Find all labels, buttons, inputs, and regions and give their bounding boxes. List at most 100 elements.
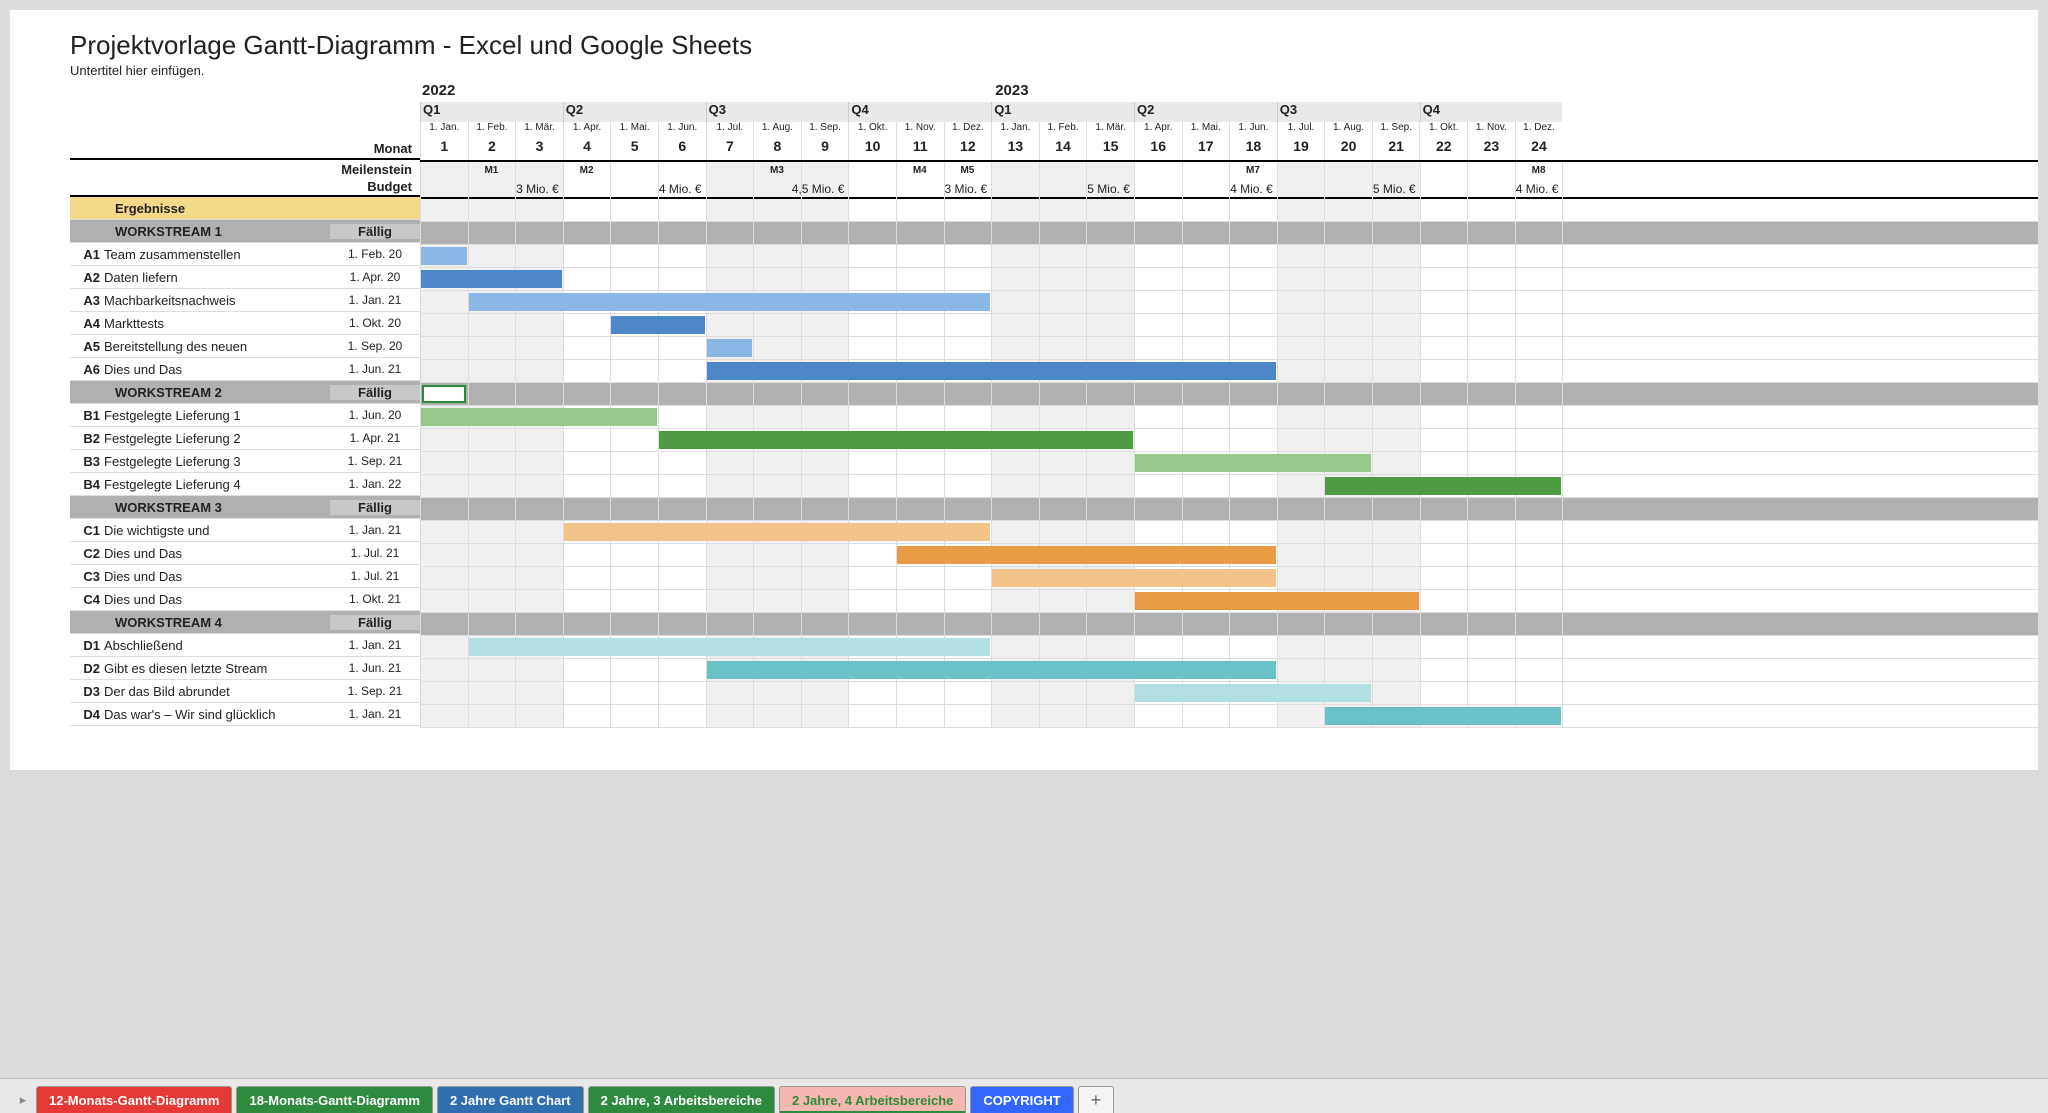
task-row[interactable]: B4Festgelegte Lieferung 41. Jan. 22 xyxy=(70,473,420,496)
month-date-label: 1. Nov. xyxy=(896,122,944,138)
quarter-label: Q1 xyxy=(420,102,563,122)
gantt-bar[interactable] xyxy=(1325,477,1561,495)
task-name: Gibt es diesen letzte Stream xyxy=(104,661,330,676)
task-row[interactable]: D4Das war's – Wir sind glücklich1. Jan. … xyxy=(70,703,420,726)
month-number-label: 7 xyxy=(706,138,754,160)
gantt-bar[interactable] xyxy=(707,661,1276,679)
spreadsheet-canvas[interactable]: Projektvorlage Gantt-Diagramm - Excel un… xyxy=(10,10,2038,770)
gantt-bar[interactable] xyxy=(1135,592,1419,610)
budget-label: 5 Mio. € xyxy=(991,182,1130,196)
page-subtitle: Untertitel hier einfügen. xyxy=(70,63,2038,78)
gantt-bar[interactable] xyxy=(1325,707,1561,725)
workstream-header[interactable]: WORKSTREAM 4 Fällig xyxy=(70,611,420,634)
workstream-header[interactable]: WORKSTREAM 1 Fällig xyxy=(70,220,420,243)
gantt-chart: Monat Meilenstein Budget Ergebnisse WORK… xyxy=(70,82,2038,728)
sheet-tab[interactable]: 2 Jahre, 3 Arbeitsbereiche xyxy=(588,1086,775,1113)
workstream-due-header: Fällig xyxy=(330,224,420,239)
gantt-bar[interactable] xyxy=(564,523,990,541)
sheet-tab[interactable]: 2 Jahre Gantt Chart xyxy=(437,1086,584,1113)
month-number-label: 15 xyxy=(1086,138,1134,160)
gantt-bar[interactable] xyxy=(1135,454,1371,472)
gantt-bar[interactable] xyxy=(707,362,1276,380)
task-due: 1. Jun. 21 xyxy=(330,661,420,675)
task-name: Die wichtigste und xyxy=(104,523,330,538)
budget-label: 4 Mio. € xyxy=(1134,182,1273,196)
workstream-header[interactable]: WORKSTREAM 2Fällig xyxy=(70,381,420,404)
task-name: Daten liefern xyxy=(104,270,330,285)
workstream-due-header: Fällig xyxy=(330,615,420,630)
task-row[interactable]: A2Daten liefern1. Apr. 20 xyxy=(70,266,420,289)
task-row[interactable]: C2Dies und Das1. Jul. 21 xyxy=(70,542,420,565)
gantt-bar[interactable] xyxy=(421,408,657,426)
task-name: Das war's – Wir sind glücklich xyxy=(104,707,330,722)
milestone-label: M3 xyxy=(753,165,801,176)
task-row[interactable]: A4Markttests1. Okt. 20 xyxy=(70,312,420,335)
month-number-label: 13 xyxy=(991,138,1039,160)
budget-label: 3 Mio. € xyxy=(848,182,987,196)
workstream-header[interactable]: WORKSTREAM 3Fällig xyxy=(70,496,420,519)
month-number-label: 20 xyxy=(1324,138,1372,160)
page-title: Projektvorlage Gantt-Diagramm - Excel un… xyxy=(70,30,2038,61)
task-name: Bereitstellung des neuen xyxy=(104,339,330,354)
month-number-label: 10 xyxy=(848,138,896,160)
tab-nav-prev[interactable]: ▸ xyxy=(12,1087,34,1113)
task-row[interactable]: A6Dies und Das1. Jun. 21 xyxy=(70,358,420,381)
task-id: B3 xyxy=(70,454,104,469)
gantt-bar[interactable] xyxy=(897,546,1276,564)
header-meilenstein: Meilenstein xyxy=(70,162,420,177)
task-row[interactable]: D1Abschließend1. Jan. 21 xyxy=(70,634,420,657)
gantt-bar[interactable] xyxy=(469,638,991,656)
workstream-name: WORKSTREAM 4 xyxy=(115,615,222,630)
header-monat: Monat xyxy=(70,141,420,156)
task-id: D2 xyxy=(70,661,104,676)
gantt-bar[interactable] xyxy=(659,431,1133,449)
gantt-bar[interactable] xyxy=(707,339,753,357)
month-date-label: 1. Dez. xyxy=(1515,122,1563,138)
task-row[interactable]: B1Festgelegte Lieferung 11. Jun. 20 xyxy=(70,404,420,427)
active-cell-outline[interactable] xyxy=(422,385,466,403)
gantt-bar[interactable] xyxy=(469,293,991,311)
month-number-label: 17 xyxy=(1182,138,1230,160)
gantt-bar[interactable] xyxy=(1135,684,1371,702)
gantt-left-panel: Monat Meilenstein Budget Ergebnisse WORK… xyxy=(70,82,420,728)
gantt-bar[interactable] xyxy=(421,247,467,265)
task-row[interactable]: A3Machbarkeitsnachweis1. Jan. 21 xyxy=(70,289,420,312)
month-date-label: 1. Jun. xyxy=(1229,122,1277,138)
year-label: 2022 xyxy=(420,82,993,102)
task-name: Festgelegte Lieferung 2 xyxy=(104,431,330,446)
sheet-tab[interactable]: COPYRIGHT xyxy=(970,1086,1073,1113)
budget-label: 4 Mio. € xyxy=(1420,182,1559,196)
workstream-name: WORKSTREAM 3 xyxy=(115,500,222,515)
sheet-tab[interactable]: 12-Monats-Gantt-Diagramm xyxy=(36,1086,232,1113)
month-number-label: 5 xyxy=(610,138,658,160)
month-date-label: 1. Dez. xyxy=(944,122,992,138)
task-row[interactable]: C3Dies und Das1. Jul. 21 xyxy=(70,565,420,588)
task-row[interactable]: C1Die wichtigste und1. Jan. 21 xyxy=(70,519,420,542)
workstream-name: WORKSTREAM 1 xyxy=(115,224,222,239)
month-number-label: 14 xyxy=(1039,138,1087,160)
month-date-label: 1. Aug. xyxy=(753,122,801,138)
month-number-label: 4 xyxy=(563,138,611,160)
task-row[interactable]: C4Dies und Das1. Okt. 21 xyxy=(70,588,420,611)
task-row[interactable]: B3Festgelegte Lieferung 31. Sep. 21 xyxy=(70,450,420,473)
month-date-label: 1. Mär. xyxy=(515,122,563,138)
task-id: D4 xyxy=(70,707,104,722)
task-name: Festgelegte Lieferung 4 xyxy=(104,477,330,492)
budget-label: 5 Mio. € xyxy=(1277,182,1416,196)
tab-add[interactable]: + xyxy=(1078,1086,1115,1113)
sheet-tab[interactable]: 2 Jahre, 4 Arbeitsbereiche xyxy=(779,1086,966,1113)
workstream-due-header: Fällig xyxy=(330,385,420,400)
gantt-bar[interactable] xyxy=(992,569,1276,587)
month-number-label: 16 xyxy=(1134,138,1182,160)
task-row[interactable]: A5Bereitstellung des neuen1. Sep. 20 xyxy=(70,335,420,358)
task-due: 1. Feb. 20 xyxy=(330,247,420,261)
task-row[interactable]: B2Festgelegte Lieferung 21. Apr. 21 xyxy=(70,427,420,450)
sheet-tab[interactable]: 18-Monats-Gantt-Diagramm xyxy=(236,1086,432,1113)
task-row[interactable]: D3Der das Bild abrundet1. Sep. 21 xyxy=(70,680,420,703)
month-date-label: 1. Nov. xyxy=(1467,122,1515,138)
task-row[interactable]: D2Gibt es diesen letzte Stream1. Jun. 21 xyxy=(70,657,420,680)
task-row[interactable]: A1Team zusammenstellen1. Feb. 20 xyxy=(70,243,420,266)
gantt-bar[interactable] xyxy=(421,270,562,288)
gantt-bar[interactable] xyxy=(611,316,704,334)
task-due: 1. Apr. 20 xyxy=(330,270,420,284)
